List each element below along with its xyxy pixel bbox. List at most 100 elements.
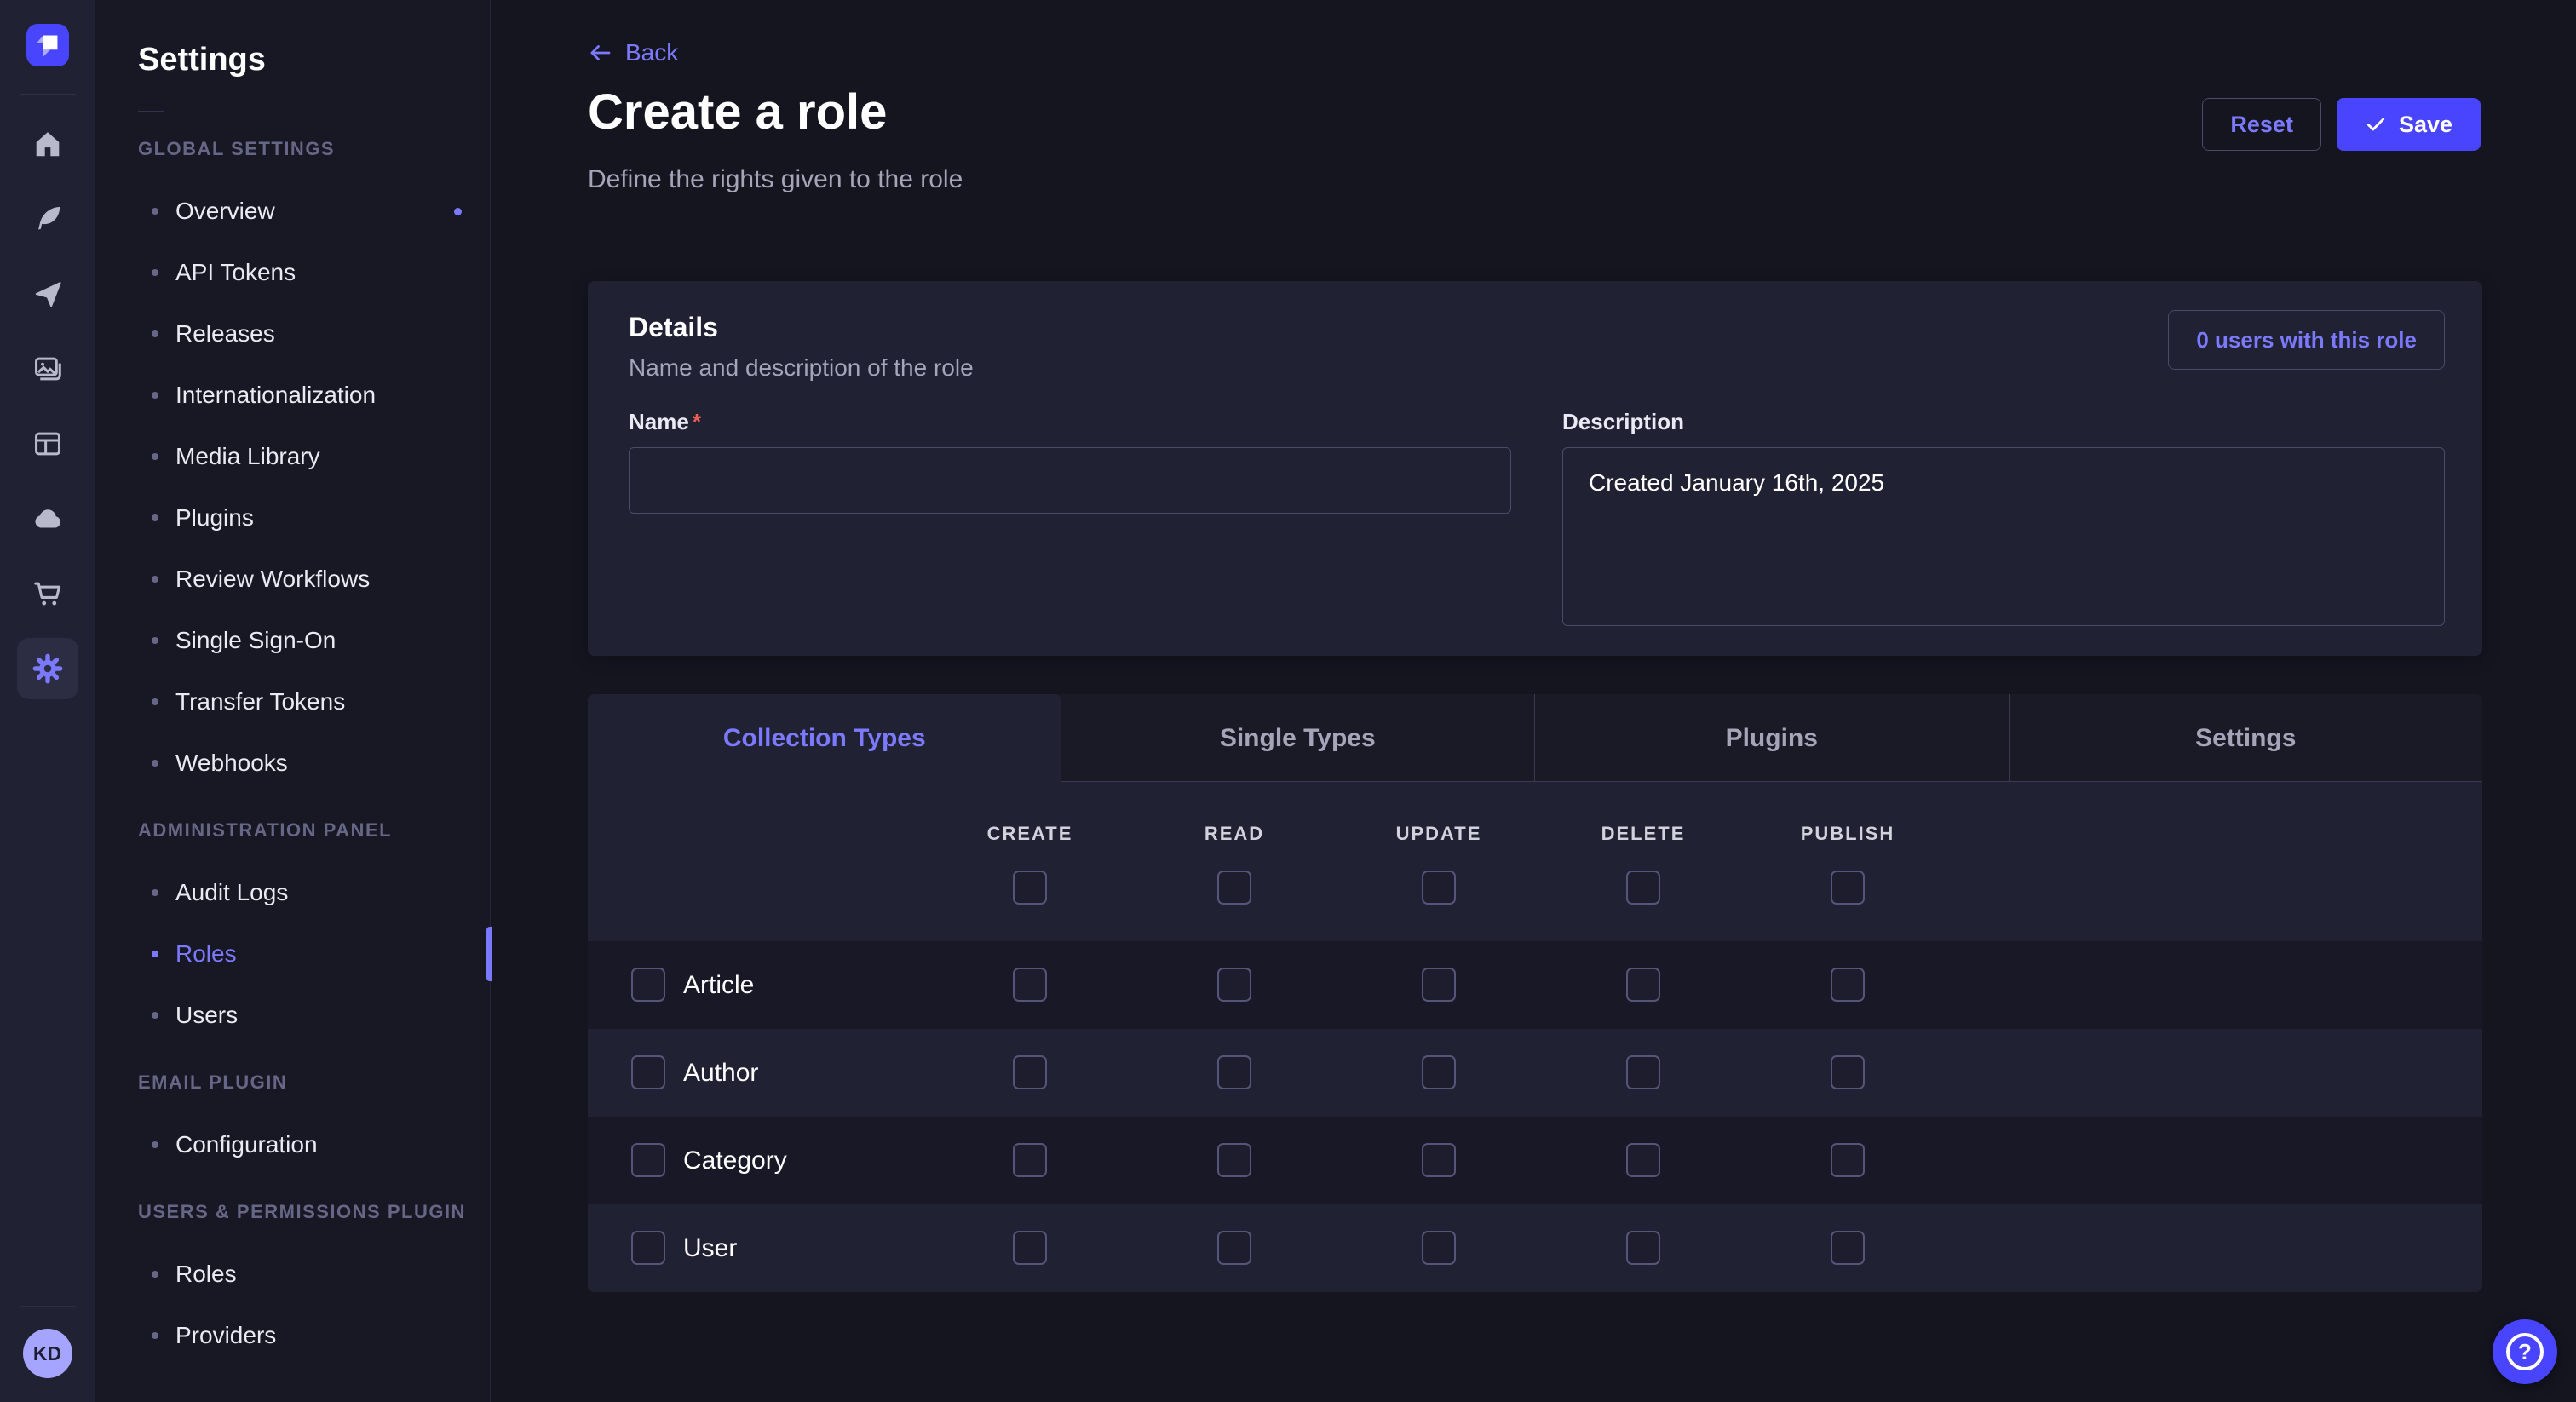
row-checkbox-author[interactable] xyxy=(631,1055,665,1089)
sidebar-item-label: Plugins xyxy=(175,504,254,531)
details-card: Details Name and description of the role… xyxy=(588,281,2482,656)
header-actions: Reset Save xyxy=(2202,98,2481,151)
category-publish-checkbox[interactable] xyxy=(1831,1143,1865,1177)
sidebar-item-configuration-s2[interactable]: Configuration xyxy=(138,1114,491,1175)
nav-media-button[interactable] xyxy=(0,331,95,406)
back-label: Back xyxy=(625,39,678,66)
sidebar-item-label: Overview xyxy=(175,198,275,225)
feather-icon xyxy=(32,203,64,235)
sidebar-item-label: Webhooks xyxy=(175,750,288,777)
permissions-table-rows: ArticleAuthorCategoryUser xyxy=(588,941,2482,1292)
sidebar-item-users-s1[interactable]: Users xyxy=(138,985,491,1046)
sidebar-item-roles-s1[interactable]: Roles xyxy=(138,923,491,985)
author-create-checkbox[interactable] xyxy=(1013,1055,1047,1089)
bullet-icon xyxy=(152,1332,158,1339)
article-update-checkbox[interactable] xyxy=(1422,968,1456,1002)
help-button[interactable]: ? xyxy=(2493,1319,2557,1384)
reset-button[interactable]: Reset xyxy=(2202,98,2321,151)
avatar-initials: KD xyxy=(33,1342,61,1365)
select-all-create-checkbox[interactable] xyxy=(1013,871,1047,905)
strapi-logo[interactable] xyxy=(26,24,69,66)
select-all-publish-checkbox[interactable] xyxy=(1831,871,1865,905)
sidebar-item-internationalization-s0[interactable]: Internationalization xyxy=(138,365,491,426)
nav-cloud-button[interactable] xyxy=(0,481,95,556)
sidebar-item-label: Providers xyxy=(175,1322,276,1349)
bullet-icon xyxy=(152,208,158,215)
save-button[interactable]: Save xyxy=(2337,98,2481,151)
sidebar-item-releases-s0[interactable]: Releases xyxy=(138,303,491,365)
sidebar-item-audit-logs-s1[interactable]: Audit Logs xyxy=(138,862,491,923)
category-create-checkbox[interactable] xyxy=(1013,1143,1047,1177)
select-all-delete-checkbox[interactable] xyxy=(1626,871,1660,905)
nav-layout-button[interactable] xyxy=(0,406,95,481)
user-update-checkbox[interactable] xyxy=(1422,1231,1456,1265)
user-delete-checkbox[interactable] xyxy=(1626,1231,1660,1265)
author-read-checkbox[interactable] xyxy=(1217,1055,1251,1089)
sidebar-item-media-library-s0[interactable]: Media Library xyxy=(138,426,491,487)
nav-feather-button[interactable] xyxy=(0,181,95,256)
category-update-checkbox[interactable] xyxy=(1422,1143,1456,1177)
users-with-role-button[interactable]: 0 users with this role xyxy=(2168,310,2445,370)
sidebar-item-label: Users xyxy=(175,1002,238,1029)
tab-collection-types[interactable]: Collection Types xyxy=(588,694,1061,782)
sidebar-item-roles-s3[interactable]: Roles xyxy=(138,1244,491,1305)
layout-icon xyxy=(32,428,64,460)
nav-home-button[interactable] xyxy=(0,106,95,181)
author-delete-checkbox[interactable] xyxy=(1626,1055,1660,1089)
sidebar-item-review-workflows-s0[interactable]: Review Workflows xyxy=(138,549,491,610)
row-checkbox-user[interactable] xyxy=(631,1231,665,1265)
sidebar-item-single-sign-on-s0[interactable]: Single Sign-On xyxy=(138,610,491,671)
nav-gear-button[interactable] xyxy=(0,631,95,706)
user-avatar[interactable]: KD xyxy=(23,1329,72,1378)
select-all-update-checkbox[interactable] xyxy=(1422,871,1456,905)
nav-send-button[interactable] xyxy=(0,256,95,331)
bullet-icon xyxy=(152,951,158,957)
page-title: Create a role xyxy=(588,83,887,141)
name-input[interactable] xyxy=(629,447,1511,514)
bullet-icon xyxy=(152,576,158,583)
save-label: Save xyxy=(2399,112,2452,138)
sidebar-item-webhooks-s0[interactable]: Webhooks xyxy=(138,733,491,794)
sidebar-item-overview-s0[interactable]: Overview xyxy=(138,181,491,242)
sidebar-item-transfer-tokens-s0[interactable]: Transfer Tokens xyxy=(138,671,491,733)
author-update-checkbox[interactable] xyxy=(1422,1055,1456,1089)
bullet-icon xyxy=(152,1271,158,1278)
article-read-checkbox[interactable] xyxy=(1217,968,1251,1002)
gear-icon xyxy=(17,638,78,699)
strapi-logo-glyph xyxy=(26,24,69,66)
sidebar-item-api-tokens-s0[interactable]: API Tokens xyxy=(138,242,491,303)
category-delete-checkbox[interactable] xyxy=(1626,1143,1660,1177)
article-delete-checkbox[interactable] xyxy=(1626,968,1660,1002)
subnav-section-header: USERS & PERMISSIONS PLUGIN xyxy=(138,1201,490,1223)
tab-settings[interactable]: Settings xyxy=(2009,694,2483,782)
tab-single-types[interactable]: Single Types xyxy=(1061,694,1535,782)
rail-icon-list xyxy=(0,106,95,706)
article-publish-checkbox[interactable] xyxy=(1831,968,1865,1002)
row-checkbox-category[interactable] xyxy=(631,1143,665,1177)
app: KD Settings GLOBAL SETTINGSOverviewAPI T… xyxy=(0,0,2576,1402)
category-read-checkbox[interactable] xyxy=(1217,1143,1251,1177)
bullet-icon xyxy=(152,514,158,521)
subnav-title: Settings xyxy=(138,41,490,78)
sidebar-item-label: Internationalization xyxy=(175,382,376,409)
sidebar-item-plugins-s0[interactable]: Plugins xyxy=(138,487,491,549)
sidebar-item-providers-s3[interactable]: Providers xyxy=(138,1305,491,1366)
user-read-checkbox[interactable] xyxy=(1217,1231,1251,1265)
title-rule xyxy=(138,111,164,112)
select-all-read-checkbox[interactable] xyxy=(1217,871,1251,905)
column-header-create: CREATE xyxy=(945,823,1115,845)
bullet-icon xyxy=(152,760,158,767)
user-create-checkbox[interactable] xyxy=(1013,1231,1047,1265)
nav-cart-button[interactable] xyxy=(0,556,95,631)
page-subtitle: Define the rights given to the role xyxy=(588,165,963,194)
article-create-checkbox[interactable] xyxy=(1013,968,1047,1002)
back-link[interactable]: Back xyxy=(588,39,678,66)
row-checkbox-article[interactable] xyxy=(631,968,665,1002)
tab-plugins[interactable]: Plugins xyxy=(1534,694,2009,782)
bullet-icon xyxy=(152,269,158,276)
description-textarea[interactable]: Created January 16th, 2025 xyxy=(1562,447,2445,626)
user-publish-checkbox[interactable] xyxy=(1831,1231,1865,1265)
permissions-table-header: CREATEREADUPDATEDELETEPUBLISH xyxy=(588,782,2482,941)
author-publish-checkbox[interactable] xyxy=(1831,1055,1865,1089)
main-content: Back Create a role Define the rights giv… xyxy=(491,0,2576,1402)
